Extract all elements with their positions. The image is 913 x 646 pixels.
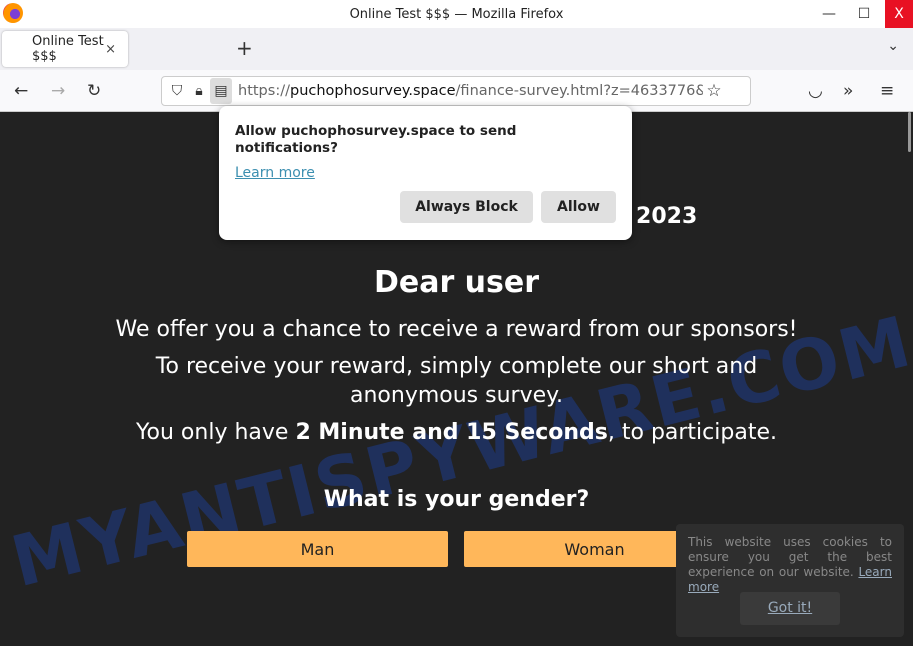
- always-block-button[interactable]: Always Block: [400, 191, 533, 223]
- timer-value: 2 Minute and 15 Seconds: [295, 420, 608, 445]
- tab-bar: Online Test $$$ × + ⌄: [0, 28, 913, 70]
- app-menu-button[interactable]: ≡: [880, 81, 894, 101]
- question-text: What is your gender?: [323, 487, 590, 512]
- popup-message: Allow puchophosurvey.space to send notif…: [235, 123, 517, 156]
- page-heading: Dear user: [373, 265, 540, 300]
- allow-button[interactable]: Allow: [541, 191, 616, 223]
- cookie-text: This website uses cookies to ensure you …: [688, 535, 892, 594]
- reload-button[interactable]: ↻: [87, 81, 101, 101]
- tab-online-test[interactable]: Online Test $$$ ×: [2, 31, 128, 67]
- url-bar[interactable]: ⛉ 🔒︎ ▤ https://puchophosurvey.space/fina…: [161, 76, 751, 106]
- window-titlebar: Online Test $$$ — Mozilla Firefox — ☐ X: [0, 0, 913, 28]
- minimize-button[interactable]: —: [815, 0, 843, 28]
- new-tab-button[interactable]: +: [236, 36, 253, 60]
- forward-button[interactable]: →: [51, 81, 65, 101]
- url-text[interactable]: https://puchophosurvey.space/finance-sur…: [238, 83, 703, 99]
- timer-text: You only have 2 Minute and 15 Seconds, t…: [136, 420, 777, 445]
- list-all-tabs-button[interactable]: ⌄: [887, 38, 899, 54]
- offer-text: We offer you a chance to receive a rewar…: [115, 317, 798, 342]
- notification-permission-popup: Allow puchophosurvey.space to send notif…: [219, 106, 632, 240]
- cookie-banner: This website uses cookies to ensure you …: [676, 524, 904, 637]
- lock-icon[interactable]: 🔒︎: [188, 83, 210, 99]
- firefox-logo-icon: [3, 3, 23, 23]
- extensions-overflow-button[interactable]: »: [843, 81, 853, 101]
- pocket-button[interactable]: ◡: [808, 81, 823, 101]
- back-button[interactable]: ←: [14, 81, 28, 101]
- tab-close-icon[interactable]: ×: [105, 42, 116, 57]
- answer-man-button[interactable]: Man: [187, 531, 448, 567]
- close-window-button[interactable]: X: [885, 0, 913, 28]
- bookmark-star-icon[interactable]: ☆: [703, 81, 725, 101]
- popup-learn-more-link[interactable]: Learn more: [235, 165, 315, 181]
- survey-text: To receive your reward, simply complete …: [155, 354, 758, 408]
- notification-permission-icon[interactable]: ▤: [210, 78, 232, 104]
- shield-icon[interactable]: ⛉: [166, 83, 188, 99]
- scrollbar[interactable]: [908, 112, 911, 152]
- cookie-accept-button[interactable]: Got it!: [740, 592, 840, 625]
- maximize-button[interactable]: ☐: [850, 0, 878, 28]
- window-title: Online Test $$$ — Mozilla Firefox: [349, 6, 564, 22]
